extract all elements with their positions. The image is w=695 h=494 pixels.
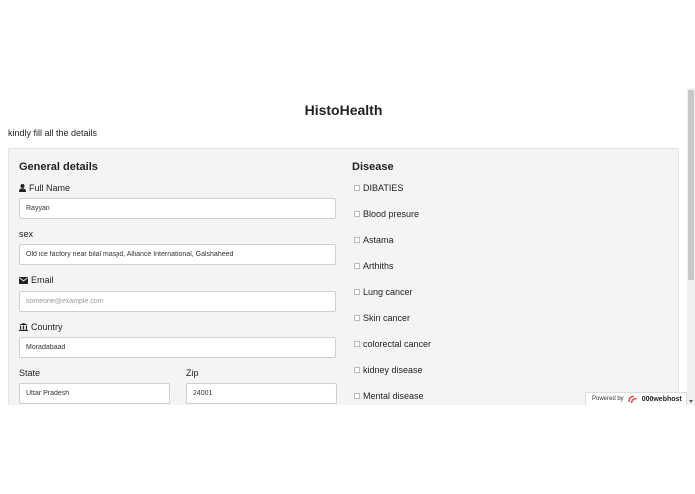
disease-option-skin-cancer[interactable]: Skin cancer [354, 313, 410, 323]
blood-presure-checkbox[interactable] [354, 211, 360, 217]
powered-by-text: Powered by [592, 396, 624, 402]
lung-cancer-label: Lung cancer [363, 287, 413, 297]
astama-label: Astama [363, 235, 394, 245]
arthiths-label: Arthiths [363, 261, 394, 271]
page-title: HistoHealth [304, 102, 383, 118]
disease-option-colorectal-cancer[interactable]: colorectal cancer [354, 339, 431, 349]
zip-input[interactable] [186, 383, 337, 404]
kidney-disease-checkbox[interactable] [354, 367, 360, 373]
sex-input[interactable] [19, 244, 336, 265]
general-details-heading: General details [19, 161, 98, 173]
details-form-panel: General details Full Name sex Email Coun… [8, 148, 679, 405]
country-label-text: Country [31, 322, 63, 332]
disease-option-mental-disease[interactable]: Mental disease [354, 391, 424, 401]
disease-option-dibaties[interactable]: DIBATIES [354, 183, 403, 193]
powered-by-brand: 000webhost [641, 395, 682, 403]
full-name-label: Full Name [19, 183, 70, 193]
mental-disease-checkbox[interactable] [354, 393, 360, 399]
kidney-disease-label: kidney disease [363, 365, 423, 375]
astama-checkbox[interactable] [354, 237, 360, 243]
mental-disease-label: Mental disease [363, 391, 424, 401]
email-label-text: Email [31, 275, 54, 285]
lung-cancer-checkbox[interactable] [354, 289, 360, 295]
powered-by-badge[interactable]: Powered by 000webhost [585, 392, 687, 405]
disease-option-arthiths[interactable]: Arthiths [354, 261, 394, 271]
envelope-icon [19, 276, 28, 284]
full-name-label-text: Full Name [29, 183, 71, 193]
arthiths-checkbox[interactable] [354, 263, 360, 269]
scrollbar-thumb[interactable] [688, 90, 694, 280]
country-input[interactable] [19, 337, 336, 358]
dibaties-label: DIBATIES [363, 183, 404, 193]
colorectal-cancer-label: colorectal cancer [363, 339, 432, 349]
full-name-input[interactable] [19, 198, 336, 219]
colorectal-cancer-checkbox[interactable] [354, 341, 360, 347]
bank-icon [19, 323, 28, 331]
state-input[interactable] [19, 383, 170, 404]
disease-option-kidney-disease[interactable]: kidney disease [354, 365, 423, 375]
sex-label: sex [19, 229, 34, 239]
email-input[interactable] [19, 291, 336, 312]
dibaties-checkbox[interactable] [354, 185, 360, 191]
scroll-down-arrow-icon[interactable] [689, 400, 693, 403]
vertical-scrollbar[interactable] [687, 88, 695, 405]
zip-label: Zip [186, 368, 199, 378]
skin-cancer-label: Skin cancer [363, 313, 411, 323]
skin-cancer-checkbox[interactable] [354, 315, 360, 321]
webhost-logo-icon [627, 395, 637, 403]
instruction-text: kindly fill all the details [8, 128, 98, 138]
country-label: Country [19, 322, 63, 332]
page-viewport: HistoHealth kindly fill all the details … [0, 88, 695, 405]
email-label: Email [19, 275, 54, 285]
state-label: State [19, 368, 41, 378]
disease-option-blood-presure[interactable]: Blood presure [354, 209, 419, 219]
disease-option-lung-cancer[interactable]: Lung cancer [354, 287, 413, 297]
blood-presure-label: Blood presure [363, 209, 420, 219]
user-icon [19, 184, 26, 192]
disease-option-astama[interactable]: Astama [354, 235, 394, 245]
disease-heading: Disease [352, 161, 394, 173]
